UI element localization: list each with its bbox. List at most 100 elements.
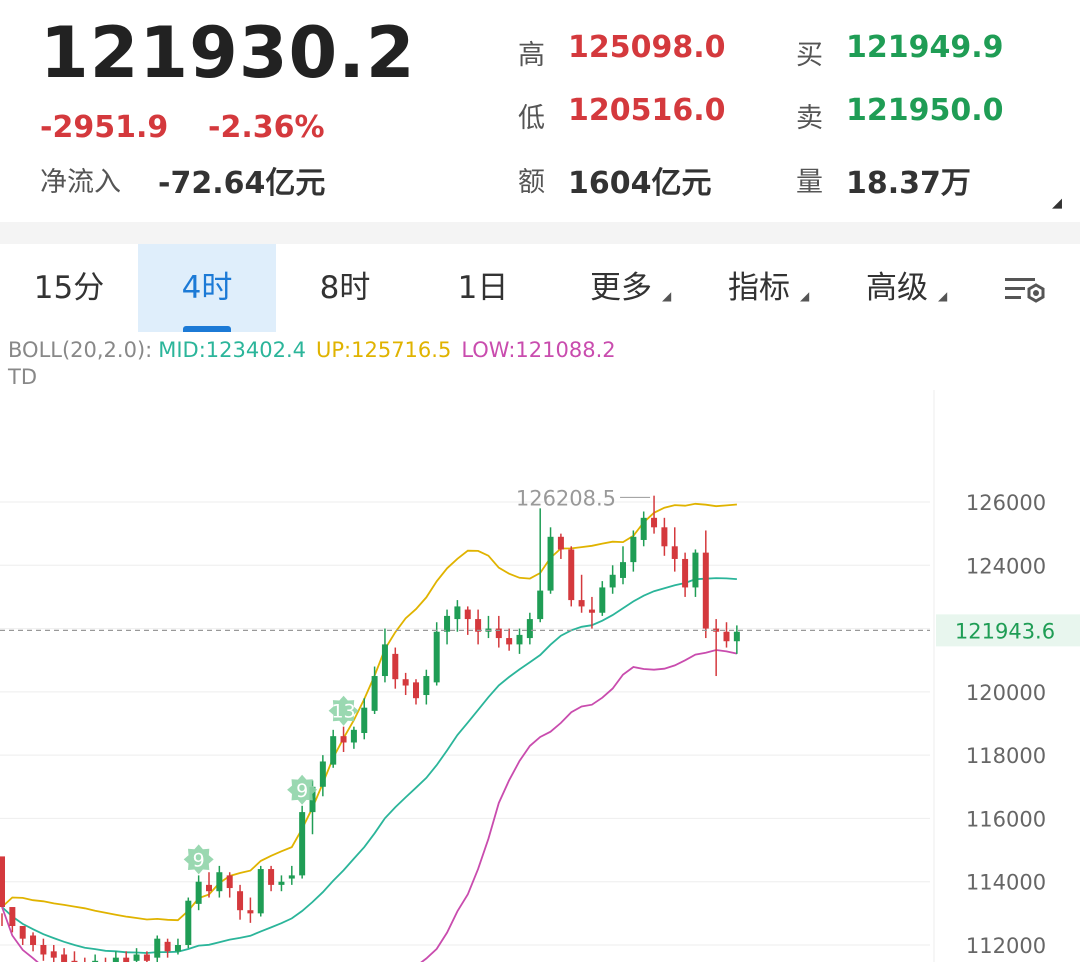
tab-label: 更多 bbox=[590, 270, 652, 306]
boll-lower-line bbox=[1, 649, 738, 962]
candle-body bbox=[516, 634, 523, 645]
candle-body bbox=[392, 653, 399, 680]
tab-label: 1日 bbox=[457, 270, 509, 306]
candle-body bbox=[164, 941, 171, 952]
td-marker-label: 13 bbox=[331, 701, 355, 723]
price-change: -2951.9 bbox=[40, 110, 169, 145]
tab-more[interactable]: 更多 ◢ bbox=[552, 244, 690, 332]
high-value: 125098.0 bbox=[568, 30, 726, 65]
candle-body bbox=[340, 736, 347, 743]
tab-indicators[interactable]: 指标 ◢ bbox=[690, 244, 828, 332]
tab-1d[interactable]: 1日 bbox=[414, 244, 552, 332]
candle-body bbox=[226, 875, 233, 889]
candle-body bbox=[423, 676, 430, 696]
tab-label: 15分 bbox=[33, 270, 105, 306]
td-legend: TD bbox=[8, 365, 37, 389]
tab-label: 8时 bbox=[319, 270, 371, 306]
net-inflow-label: 净流入 bbox=[40, 167, 121, 198]
expand-corner-icon[interactable]: ◢ bbox=[1052, 196, 1062, 211]
candle-body bbox=[9, 907, 16, 927]
tab-8h[interactable]: 8时 bbox=[276, 244, 414, 332]
candle-body bbox=[568, 549, 575, 601]
chart-settings-button[interactable] bbox=[980, 244, 1070, 332]
y-tick-label: 116000 bbox=[966, 807, 1046, 831]
candle-body bbox=[630, 536, 637, 563]
bid-label: 买 bbox=[796, 40, 823, 71]
candle-body bbox=[381, 644, 388, 677]
candle-body bbox=[620, 562, 626, 578]
candle-body bbox=[413, 682, 419, 699]
candlestick-chart[interactable]: 1260001240001220001200001180001160001140… bbox=[0, 390, 1080, 962]
current-price-label: 121943.6 bbox=[955, 619, 1055, 643]
candle-body bbox=[257, 869, 264, 914]
candle-body bbox=[350, 729, 357, 743]
candle-body bbox=[143, 954, 150, 961]
ask-value: 121950.0 bbox=[846, 93, 1004, 128]
candle-body bbox=[692, 552, 699, 588]
candle-body bbox=[609, 574, 616, 588]
boll-mid-line bbox=[1, 577, 737, 954]
candle-body bbox=[464, 609, 471, 620]
candle-body bbox=[61, 954, 68, 962]
candle-body bbox=[526, 619, 533, 639]
candle-body bbox=[671, 546, 678, 559]
candle-body bbox=[247, 910, 254, 914]
candle-body bbox=[206, 884, 212, 892]
y-tick-label: 124000 bbox=[966, 554, 1046, 578]
candle-body bbox=[361, 707, 368, 733]
candle-body bbox=[133, 954, 140, 961]
max-price-label: 126208.5 bbox=[516, 486, 616, 510]
candle-body bbox=[640, 517, 647, 540]
price-change-pct: -2.36% bbox=[208, 110, 325, 145]
boll-up: UP:125716.5 bbox=[316, 338, 452, 362]
low-label: 低 bbox=[518, 103, 545, 134]
dropdown-corner-icon: ◢ bbox=[800, 289, 810, 303]
candle-body bbox=[19, 926, 26, 939]
header-divider bbox=[0, 222, 1080, 244]
candle-body bbox=[506, 638, 513, 645]
candle-body bbox=[588, 609, 595, 613]
candle-body bbox=[682, 558, 689, 588]
candle-body bbox=[195, 881, 202, 904]
candle-body bbox=[661, 527, 668, 547]
td-marker-label: 9 bbox=[296, 780, 308, 802]
bid-value: 121949.9 bbox=[846, 30, 1004, 65]
chart-settings-icon bbox=[1005, 277, 1045, 303]
candle-body bbox=[237, 891, 244, 911]
candle-body bbox=[123, 957, 130, 962]
candle-body bbox=[402, 679, 409, 686]
y-tick-label: 126000 bbox=[966, 491, 1046, 515]
y-tick-label: 118000 bbox=[966, 744, 1046, 768]
volume-value: 18.37万 bbox=[846, 166, 971, 201]
tab-4h[interactable]: 4时 bbox=[138, 244, 276, 332]
candle-body bbox=[557, 536, 564, 550]
candle-body bbox=[288, 875, 295, 879]
amount-label: 额 bbox=[518, 167, 545, 198]
candle-body bbox=[30, 935, 37, 945]
last-price: 121930.2 bbox=[40, 12, 416, 94]
boll-low: LOW:121088.2 bbox=[461, 338, 616, 362]
boll-mid: MID:123402.4 bbox=[158, 338, 306, 362]
candle-body bbox=[278, 881, 285, 885]
dropdown-corner-icon: ◢ bbox=[662, 289, 672, 303]
candle-body bbox=[433, 631, 440, 683]
boll-legend: BOLL(20,2.0): MID:123402.4 UP:125716.5 LOW:… bbox=[8, 338, 626, 362]
dropdown-corner-icon: ◢ bbox=[938, 289, 948, 303]
tab-label: 高级 bbox=[866, 270, 928, 306]
candle-body bbox=[547, 536, 554, 591]
boll-upper-line bbox=[1, 502, 737, 922]
candle-body bbox=[733, 631, 740, 642]
tab-15min[interactable]: 15分 bbox=[0, 244, 138, 332]
candle-body bbox=[371, 676, 378, 711]
y-tick-label: 112000 bbox=[966, 934, 1046, 958]
tab-advanced[interactable]: 高级 ◢ bbox=[828, 244, 966, 332]
candle-body bbox=[50, 951, 57, 958]
candle-body bbox=[0, 856, 5, 908]
candle-body bbox=[444, 615, 451, 632]
candle-body bbox=[174, 945, 181, 952]
period-tabs: 15分 4时 8时 1日 更多 ◢ 指标 ◢ 高级 ◢ bbox=[0, 244, 1080, 332]
candle-body bbox=[330, 736, 337, 765]
candle-body bbox=[319, 761, 326, 787]
candle-body bbox=[185, 900, 192, 945]
y-tick-label: 114000 bbox=[966, 871, 1046, 895]
